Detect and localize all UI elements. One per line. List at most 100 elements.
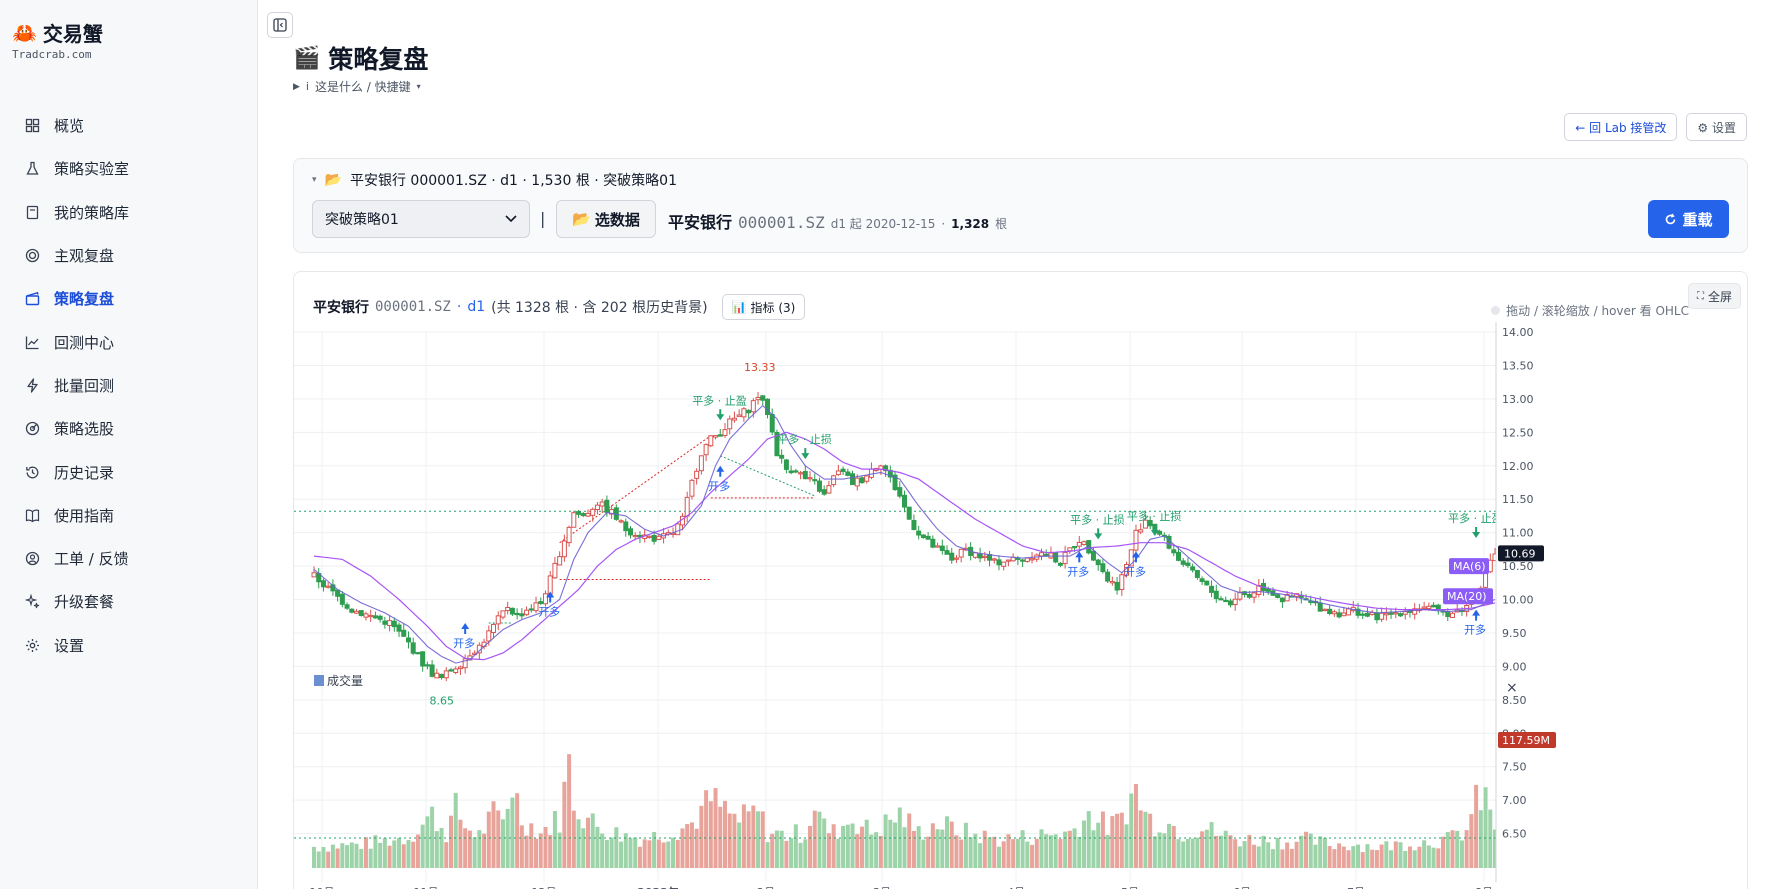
sidebar-item-3[interactable]: 主观复盘 (12, 234, 246, 277)
sidebar-item-0[interactable]: 概览 (12, 104, 246, 147)
volume-bar (548, 835, 553, 868)
sidebar-item-9[interactable]: 使用指南 (12, 494, 246, 537)
volume-bar (661, 842, 666, 868)
sidebar-item-label: 升级套餐 (54, 593, 115, 612)
candle-body (868, 468, 874, 478)
candle-body (1379, 612, 1385, 620)
sidebar-item-7[interactable]: 策略选股 (12, 407, 246, 450)
candle-body (840, 468, 846, 472)
volume-bar (864, 819, 869, 868)
sidebar-item-8[interactable]: 历史记录 (12, 450, 246, 493)
volume-bar (704, 790, 709, 868)
candle-body (755, 396, 761, 401)
pick-data-button[interactable]: 📂 选数据 (556, 200, 656, 238)
volume-bar (779, 830, 784, 868)
candle-body (547, 575, 553, 595)
candle-body (382, 620, 388, 625)
candle-body (1431, 604, 1437, 608)
strategy-select[interactable]: 突破策略01 (312, 200, 530, 238)
candle-body (1194, 570, 1200, 578)
sidebar-item-1[interactable]: 策略实验室 (12, 147, 246, 190)
volume-bar (1365, 844, 1370, 868)
buy-marker-label: 开多 (538, 605, 560, 619)
settings-button[interactable]: ⚙ 设置 (1686, 113, 1747, 141)
brand[interactable]: 🦀 交易蟹 (12, 18, 103, 47)
back-to-lab-button[interactable]: ← 回 Lab 接管改 (1564, 113, 1678, 141)
chart-symbol-name: 平安银行 (313, 300, 369, 316)
radar-icon (24, 421, 40, 437)
candlestick-chart[interactable]: 开多开多开多开多 开多开多平多 · 止盈平多 · 止损平多 · 止损 平多 · 止损… (294, 272, 1748, 889)
legend-label: MA(20) (1447, 590, 1487, 603)
sidebar-item-4[interactable]: 策略复盘 (12, 277, 246, 320)
volume-bar (954, 835, 959, 868)
candle-body (1327, 608, 1333, 615)
volume-bar (359, 848, 364, 868)
volume-bar (411, 841, 416, 868)
volume-bar (902, 827, 907, 868)
volume-bar (1091, 830, 1096, 868)
volume-bar (1133, 784, 1138, 868)
sidebar-item-5[interactable]: 回测中心 (12, 320, 246, 363)
volume-bar (1148, 813, 1153, 868)
config-summary[interactable]: ▾ 📂 平安银行 000001.SZ · d1 · 1,530 根 · 突破策略… (312, 170, 677, 190)
candle-body (335, 589, 341, 597)
sidebar-item-label: 回测中心 (54, 333, 115, 352)
candle-body (1190, 566, 1196, 571)
volume-bar (1030, 844, 1035, 868)
volume-bar (1152, 836, 1157, 868)
candle-body (651, 534, 657, 542)
volume-bar (1077, 837, 1082, 868)
reload-button[interactable]: 重载 (1648, 200, 1729, 238)
candle-body (401, 629, 407, 637)
volume-bar (571, 810, 576, 868)
bar-chart-icon (314, 675, 324, 686)
candle-body (1279, 597, 1285, 603)
volume-bar (1067, 830, 1072, 868)
page-title-text: 策略复盘 (328, 45, 429, 74)
volume-bar (345, 845, 350, 868)
volume-bar (1261, 835, 1266, 868)
sidebar: 🦀 交易蟹 Tradcrab.com 概览 策略实验室 我的策略库 主观复盘 策略复盘回… (0, 0, 258, 889)
volume-bar (685, 824, 690, 868)
volume-bar (930, 823, 935, 868)
candle-body (387, 620, 393, 627)
volume-bar (448, 815, 453, 868)
volume-bar (1389, 850, 1394, 868)
help-toggle[interactable]: ▶ i 这是什么 / 快捷键 ▾ (293, 78, 421, 95)
volume-bar (1233, 839, 1238, 868)
volume-bar (415, 834, 420, 868)
candle-body (850, 473, 856, 486)
candle-body (405, 637, 411, 643)
candle-body (443, 670, 449, 679)
volume-bar (1488, 809, 1493, 868)
volume-bar (1015, 838, 1020, 868)
sidebar-item-11[interactable]: 升级套餐 (12, 580, 246, 623)
candle-body (514, 612, 520, 616)
candle-body (859, 477, 865, 484)
sidebar-item-12[interactable]: 设置 (12, 624, 246, 667)
indicators-button[interactable]: 📊 指标 (3) (721, 294, 806, 320)
volume-bar (982, 830, 987, 868)
volume-bar (477, 830, 482, 868)
brand-name: 交易蟹 (42, 22, 103, 46)
candle-body (486, 630, 492, 642)
volume-bar (1247, 834, 1252, 868)
candle-body (491, 623, 497, 633)
sidebar-item-10[interactable]: 工单 / 反馈 (12, 537, 246, 580)
candle-body (391, 620, 397, 628)
volume-bar (926, 836, 931, 868)
candle-body (429, 664, 435, 677)
candle-body (623, 521, 629, 532)
fullscreen-button[interactable]: ⛶ 全屏 (1687, 283, 1741, 309)
sidebar-item-6[interactable]: 批量回测 (12, 364, 246, 407)
candle-body (793, 470, 799, 473)
collapse-sidebar-button[interactable] (267, 12, 293, 38)
line-chart-icon (24, 334, 40, 350)
volume-bar (482, 833, 487, 868)
candle-body (902, 494, 907, 508)
candle-body (519, 613, 525, 617)
sidebar-item-2[interactable]: 我的策略库 (12, 191, 246, 234)
volume-bar (326, 851, 331, 868)
candle-body (1024, 557, 1030, 562)
volume-bar (581, 828, 586, 868)
